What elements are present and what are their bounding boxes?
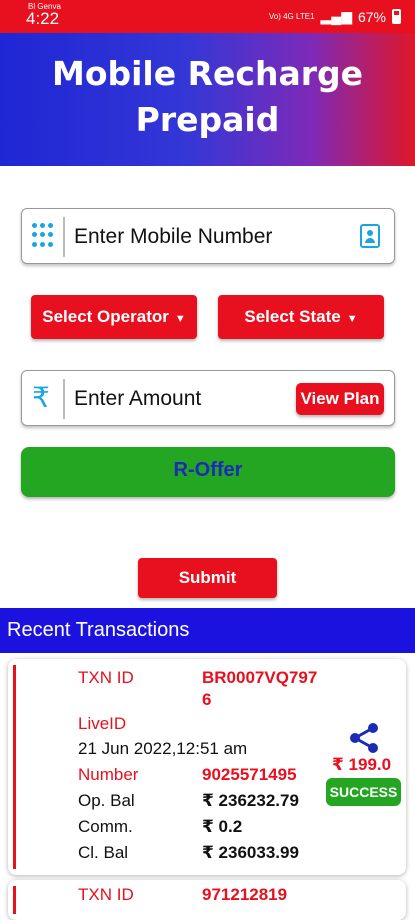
txn-id-value-line1: BR0007VQ797 [202, 668, 318, 687]
contact-book-icon[interactable] [360, 224, 380, 248]
txn-id-value-line2: 6 [202, 690, 212, 709]
battery-percent: 67% [357, 8, 386, 25]
number-label: Number [78, 765, 139, 784]
recent-transactions-header: Recent Transactions [0, 608, 415, 653]
card-accent-stripe [13, 665, 16, 869]
comm-value: ₹ 0.2 [202, 817, 243, 836]
card-accent-stripe [13, 886, 16, 914]
liveid-label: LiveID [78, 714, 127, 733]
caret-down-icon: ▼ [346, 313, 358, 325]
txn-datetime: 21 Jun 2022,12:51 am [78, 739, 248, 758]
field-divider [63, 379, 65, 419]
op-bal-value: ₹ 236232.79 [202, 791, 299, 810]
share-icon[interactable] [347, 723, 381, 753]
amount-placeholder: Enter Amount [74, 387, 202, 410]
txn-id-label: TXN ID [78, 885, 134, 904]
number-value: 9025571495 [202, 765, 297, 784]
field-divider [63, 217, 65, 257]
rupee-icon: ₹ [32, 382, 50, 413]
mobile-number-placeholder: Enter Mobile Number [74, 225, 273, 248]
view-plan-button[interactable]: View Plan [296, 383, 384, 415]
page-title-line2: Prepaid [135, 100, 280, 139]
select-operator-label: Select Operator [42, 307, 169, 326]
op-bal-label: Op. Bal [78, 791, 135, 810]
network-indicator: Vo) 4G LTE1 [268, 11, 315, 21]
status-bar: Bl Genva 4:22 Vo) 4G LTE1 ▂▄▆ 67% [0, 0, 415, 33]
mobile-number-field[interactable]: Enter Mobile Number [21, 208, 395, 264]
dialpad-icon [32, 223, 54, 249]
select-state-label: Select State [244, 307, 341, 326]
txn-amount: ₹ 199.0 [332, 755, 392, 774]
signal-icon: ▂▄▆ [320, 8, 352, 24]
status-badge: SUCCESS [326, 778, 401, 806]
app-header: Mobile Recharge Prepaid [0, 33, 415, 166]
r-offer-button[interactable]: R-Offer [21, 447, 395, 497]
cl-bal-label: Cl. Bal [78, 843, 129, 862]
select-operator-dropdown[interactable]: Select Operator ▼ [31, 295, 197, 339]
submit-button[interactable]: Submit [138, 558, 277, 598]
select-state-dropdown[interactable]: Select State ▼ [218, 295, 384, 339]
clock: 4:22 [26, 9, 60, 28]
page-title: Mobile Recharge Prepaid [0, 33, 415, 143]
txn-id-label: TXN ID [78, 668, 134, 687]
caret-down-icon: ▼ [174, 313, 186, 325]
status-icons: Vo) 4G LTE1 ▂▄▆ 67% [269, 8, 401, 25]
battery-icon [392, 9, 401, 24]
comm-label: Comm. [78, 817, 133, 836]
transaction-card[interactable]: TXN ID BR0007VQ797 6 LiveID 21 Jun 2022,… [8, 659, 406, 875]
transaction-card[interactable]: TXN ID 971212819 [8, 880, 406, 920]
cl-bal-value: ₹ 236033.99 [202, 843, 299, 862]
page-title-line1: Mobile Recharge [51, 54, 364, 93]
txn-id-value-line1: 971212819 [202, 885, 288, 904]
amount-field[interactable]: ₹ Enter Amount View Plan [21, 370, 395, 426]
